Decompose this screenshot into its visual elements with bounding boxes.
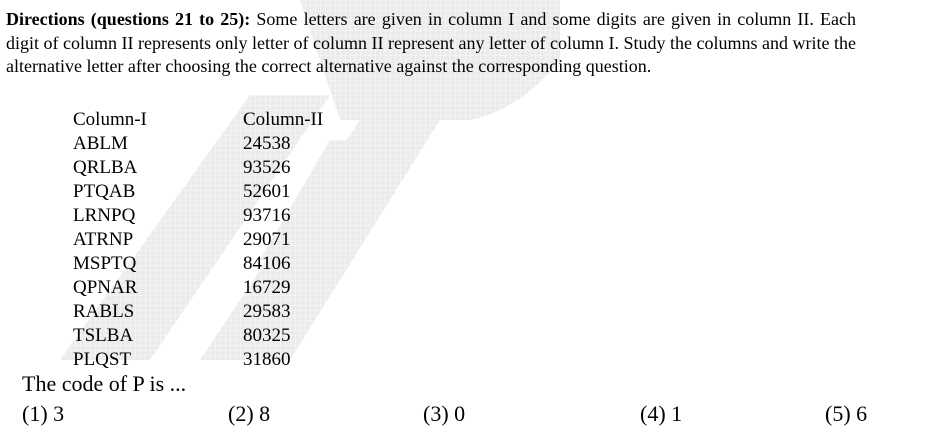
table-row: PLQST 31860 xyxy=(73,348,323,372)
column-1-cell: TSLBA xyxy=(73,325,134,346)
directions-text: Directions (questions 21 to 25): Some le… xyxy=(6,8,856,79)
column-1-cell: LRNPQ xyxy=(73,205,136,226)
column-1-cell: RABLS xyxy=(73,301,135,322)
column-table: Column-I Column-II ABLM 24538 QRLBA 93526 P… xyxy=(73,108,323,372)
column-1-cell: PLQST xyxy=(73,349,132,370)
column-1-cell: MSPTQ xyxy=(73,253,137,274)
table-row: ABLM 24538 xyxy=(73,132,323,156)
directions-lead: Directions (questions 21 to 25): xyxy=(6,9,251,29)
table-row: RABLS 29583 xyxy=(73,300,323,324)
table-row: TSLBA 80325 xyxy=(73,324,323,348)
column-2-cell: 52601 xyxy=(243,181,291,202)
column-2-cell: 24538 xyxy=(243,133,291,154)
column-1-cell: QRLBA xyxy=(73,157,138,178)
option-2[interactable]: (2) 8 xyxy=(228,400,270,428)
column-1-header: Column-I xyxy=(73,109,147,130)
option-5[interactable]: (5) 6 xyxy=(825,400,867,428)
table-row: MSPTQ 84106 xyxy=(73,252,323,276)
column-1-cell: ABLM xyxy=(73,133,128,154)
column-2-cell: 80325 xyxy=(243,325,291,346)
column-1-cell: ATRNP xyxy=(73,229,134,250)
column-2-cell: 29583 xyxy=(243,301,291,322)
table-row: QRLBA 93526 xyxy=(73,156,323,180)
table-row: ATRNP 29071 xyxy=(73,228,323,252)
option-1[interactable]: (1) 3 xyxy=(22,400,64,428)
column-2-cell: 31860 xyxy=(243,349,291,370)
question-text: The code of P is ... xyxy=(22,371,187,396)
column-2-cell: 16729 xyxy=(243,277,291,298)
option-4[interactable]: (4) 1 xyxy=(640,400,682,428)
column-1-cell: QPNAR xyxy=(73,277,138,298)
column-2-cell: 29071 xyxy=(243,229,291,250)
question-block: Directions (questions 21 to 25): Some le… xyxy=(0,0,939,440)
table-header-row: Column-I Column-II xyxy=(73,108,323,132)
column-2-cell: 93716 xyxy=(243,205,291,226)
table-row: PTQAB 52601 xyxy=(73,180,323,204)
column-1-cell: PTQAB xyxy=(73,181,136,202)
column-2-cell: 93526 xyxy=(243,157,291,178)
table-row: QPNAR 16729 xyxy=(73,276,323,300)
option-3[interactable]: (3) 0 xyxy=(423,400,465,428)
column-2-cell: 84106 xyxy=(243,253,291,274)
table-row: LRNPQ 93716 xyxy=(73,204,323,228)
column-2-header: Column-II xyxy=(243,109,324,130)
